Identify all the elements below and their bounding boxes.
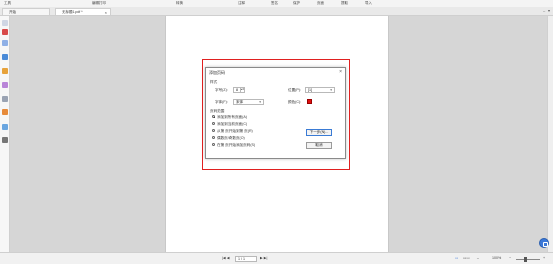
menu-item-annotate[interactable]: 注释 bbox=[238, 1, 245, 6]
vertical-scrollbar[interactable] bbox=[547, 16, 553, 252]
spin-arrows-icon[interactable]: ▴▾ bbox=[240, 88, 244, 92]
range-option-label: 添加到所有页面(A) bbox=[217, 115, 247, 119]
font-size-value: 8 bbox=[236, 88, 238, 92]
bookmark-icon[interactable] bbox=[2, 29, 8, 35]
page-nav-prev[interactable]: |◀ ◀ bbox=[222, 256, 229, 260]
menu-item-page[interactable]: 页面 bbox=[317, 1, 324, 6]
chevron-down-icon: ▾ bbox=[330, 88, 332, 92]
close-icon[interactable]: × bbox=[339, 69, 342, 75]
link-icon[interactable] bbox=[2, 82, 8, 88]
layers-icon[interactable] bbox=[2, 96, 8, 102]
single-page-icon[interactable]: ▭ bbox=[455, 256, 458, 260]
range-option-label: 添加到当前页面(C) bbox=[217, 122, 248, 126]
comment-icon[interactable] bbox=[2, 124, 8, 130]
range-option-label: 从第 页开始到第 页(R) bbox=[217, 129, 253, 133]
section-range-label: 页码范围 bbox=[210, 109, 225, 113]
zoom-slider[interactable] bbox=[516, 258, 540, 260]
font-value: 宋体 bbox=[236, 100, 244, 104]
zoom-slider-handle[interactable] bbox=[524, 256, 527, 262]
range-radio-current[interactable] bbox=[212, 122, 216, 126]
menu-item-sign[interactable]: 签名 bbox=[271, 1, 278, 6]
tab-close-icon[interactable]: × bbox=[105, 9, 107, 16]
menu-item-import[interactable]: 导入 bbox=[365, 1, 372, 6]
tab-document[interactable]: 无标题1.pdf * × bbox=[55, 8, 111, 15]
menu-item-protect[interactable]: 保护 bbox=[293, 1, 300, 6]
font-select[interactable]: 宋体 ▾ bbox=[233, 99, 264, 105]
tools-icon[interactable] bbox=[2, 137, 8, 143]
stamp-icon[interactable] bbox=[2, 68, 8, 74]
tab-home[interactable]: 开始 bbox=[2, 8, 50, 15]
dialog-title: 添加页码 bbox=[209, 70, 225, 75]
range-radio-start-at[interactable] bbox=[212, 143, 216, 147]
chevron-down-icon[interactable]: ▾ bbox=[548, 8, 550, 13]
font-size-label: 字号(Z): bbox=[215, 88, 228, 92]
range-option-label: 在第 页开始添加页码(S) bbox=[217, 143, 256, 147]
range-radio-odd-even[interactable] bbox=[212, 136, 216, 140]
page-nav-next[interactable]: ▶ ▶| bbox=[260, 256, 267, 260]
zoom-in-button[interactable]: + bbox=[543, 256, 545, 260]
thumbnail-icon[interactable] bbox=[2, 40, 8, 46]
zoom-out-button[interactable]: − bbox=[509, 256, 511, 260]
font-size-stepper[interactable]: 8 ▴▾ bbox=[233, 87, 245, 93]
range-option-label: 偶数页/奇数页(O) bbox=[217, 136, 245, 140]
tab-document-label: 无标题1.pdf * bbox=[62, 10, 83, 14]
chevron-down-icon: ▾ bbox=[259, 100, 261, 104]
page-number-input[interactable]: 1 / 1 bbox=[235, 255, 257, 262]
feedback-icon[interactable] bbox=[539, 238, 549, 248]
position-select[interactable]: [1] ▾ bbox=[305, 87, 335, 93]
menu-item-edit-print[interactable]: 编辑打印 bbox=[92, 1, 106, 6]
range-radio-all[interactable] bbox=[212, 115, 216, 119]
double-page-icon[interactable]: ▭▭ bbox=[463, 256, 470, 260]
minimize-icon[interactable]: ‒ bbox=[543, 8, 545, 13]
left-toolbar bbox=[0, 16, 10, 252]
menu-bar: 工具 编辑打印 转换 注释 签名 保护 页面 提取 导入 bbox=[0, 0, 553, 7]
zoom-value: 100% bbox=[492, 256, 502, 260]
menu-item-tools[interactable]: 工具 bbox=[4, 1, 11, 6]
color-swatch[interactable] bbox=[307, 99, 312, 104]
lock-icon[interactable] bbox=[2, 109, 8, 115]
menu-item-extract[interactable]: 提取 bbox=[341, 1, 348, 6]
tab-bar: 开始 无标题1.pdf * × ‒ ▾ bbox=[0, 7, 553, 16]
menu-item-convert[interactable]: 转换 bbox=[176, 1, 183, 6]
cursor-icon[interactable] bbox=[2, 20, 8, 26]
fit-width-icon[interactable]: ↔ bbox=[476, 256, 480, 260]
next-button[interactable]: 下一步(N)... bbox=[306, 129, 332, 136]
cancel-button[interactable]: 取消 bbox=[306, 142, 332, 149]
section-style-label: 样式 bbox=[210, 80, 218, 84]
position-value: [1] bbox=[308, 88, 312, 92]
status-bar: |◀ ◀ 1 / 1 ▶ ▶| ▭ ▭▭ ↔ 100% − + bbox=[0, 252, 553, 264]
add-page-number-dialog: 添加页码 × 样式 字号(Z): 8 ▴▾ 位置(P): [1] ▾ 字体(F)… bbox=[205, 67, 346, 159]
range-radio-from-to[interactable] bbox=[212, 129, 216, 133]
position-label: 位置(P): bbox=[288, 88, 301, 92]
font-label: 字体(F): bbox=[215, 100, 228, 104]
attachment-icon[interactable] bbox=[2, 54, 8, 60]
color-label: 颜色(C): bbox=[288, 100, 302, 104]
